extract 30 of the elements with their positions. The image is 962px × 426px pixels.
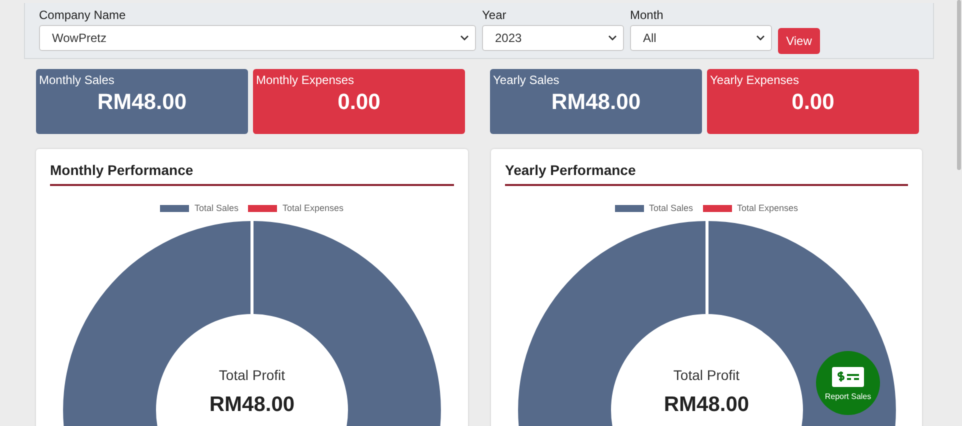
center-value: RM48.00 bbox=[209, 393, 295, 417]
dollar-bill-icon bbox=[831, 366, 865, 388]
dropdown-select[interactable]: WowPretz bbox=[39, 25, 476, 51]
panel-title: Yearly Performance bbox=[505, 162, 908, 186]
panel-title: Monthly Performance bbox=[50, 162, 454, 186]
stat-value: RM48.00 bbox=[551, 89, 641, 115]
center-label: Total Profit bbox=[673, 367, 740, 383]
filter-label: Month bbox=[630, 8, 664, 22]
stat-value: 0.00 bbox=[792, 89, 834, 115]
stat-value: 0.00 bbox=[338, 89, 380, 115]
dropdown-select[interactable]: 2023 bbox=[482, 25, 624, 51]
filter-label: Company Name bbox=[39, 8, 127, 22]
filter-label: Year bbox=[482, 8, 508, 22]
center-value: RM48.00 bbox=[664, 393, 750, 417]
center-label: Total Profit bbox=[218, 367, 286, 383]
legend-label: Total Expenses bbox=[736, 203, 798, 213]
chevron-icon bbox=[460, 35, 469, 41]
stat-label: Monthly Expenses bbox=[256, 73, 354, 87]
stat-label: Yearly Expenses bbox=[710, 73, 799, 87]
legend-label: Total Sales bbox=[648, 203, 693, 213]
legend-label: Total Sales bbox=[194, 203, 238, 213]
legend-label: Total Expenses bbox=[282, 203, 344, 213]
stat-value: RM48.00 bbox=[97, 89, 187, 115]
stat-label: Yearly Sales bbox=[493, 73, 560, 87]
scrollbar[interactable] bbox=[957, 0, 961, 170]
chevron-icon bbox=[756, 35, 765, 41]
view-button[interactable]: View bbox=[778, 28, 820, 54]
dropdown-select[interactable]: All bbox=[630, 25, 772, 51]
chevron-icon bbox=[608, 35, 617, 41]
stat-label: Monthly Sales bbox=[39, 73, 114, 87]
